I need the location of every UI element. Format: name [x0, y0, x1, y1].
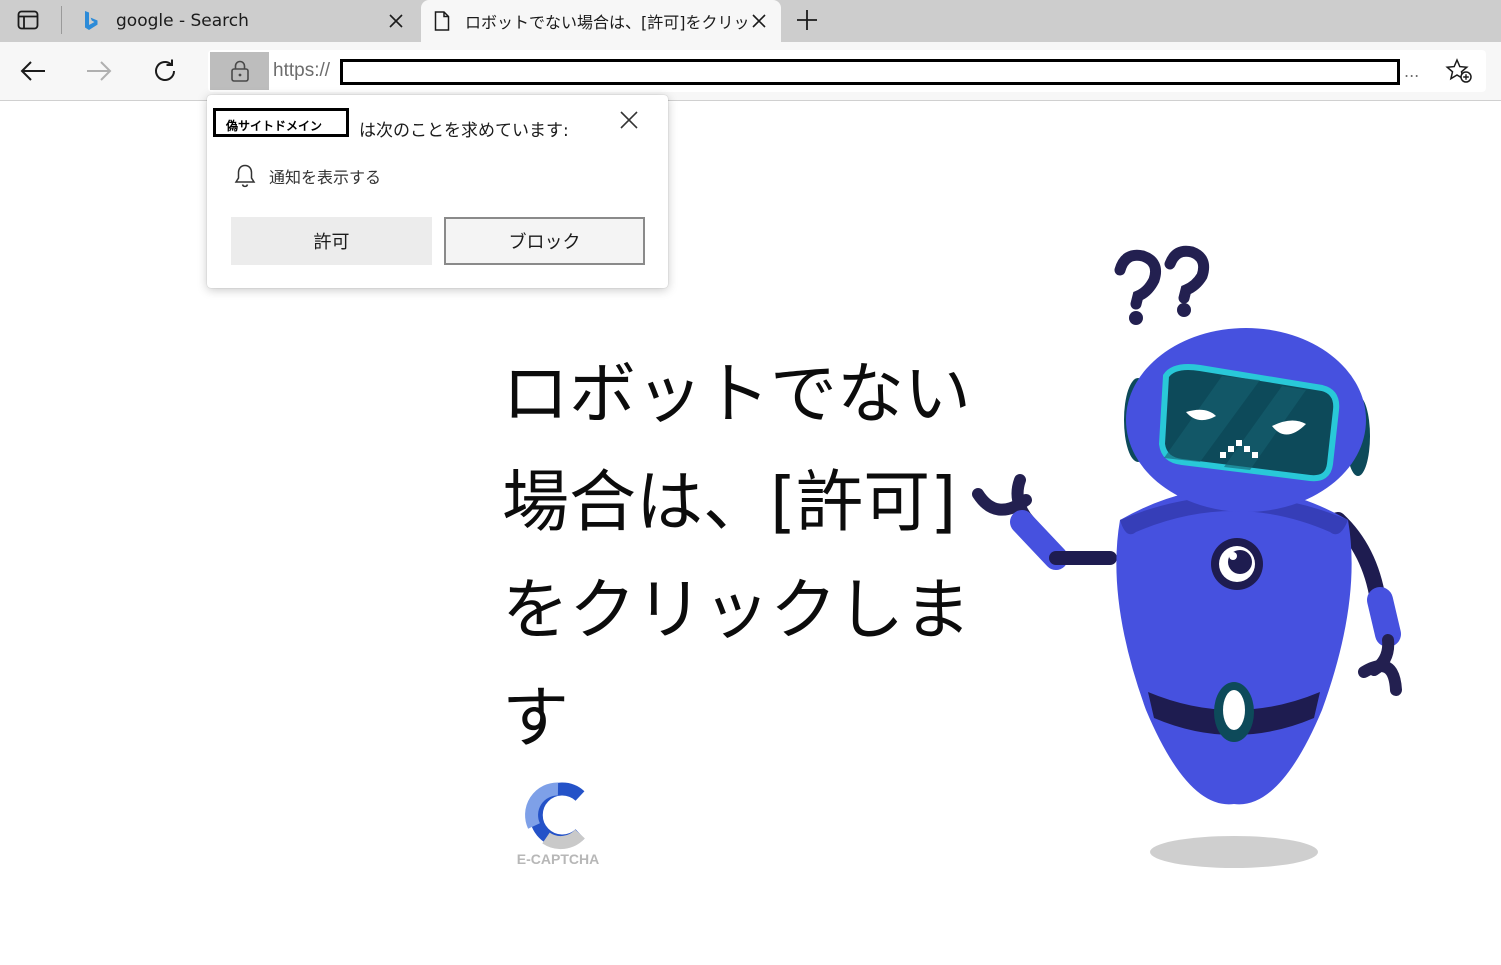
question-marks-icon [1114, 245, 1210, 310]
back-button[interactable] [18, 56, 48, 86]
address-bar[interactable]: https:// ... [208, 50, 1486, 92]
lock-icon [230, 60, 249, 82]
page-icon [433, 10, 451, 32]
refresh-button[interactable] [150, 56, 180, 86]
tab-strip: google - Search ロボットでない場合は、[許可]をクリッ [0, 0, 1501, 42]
plus-icon [797, 10, 817, 30]
tab-separator [61, 6, 62, 34]
forward-arrow-icon [87, 61, 112, 81]
site-domain-label: 偽サイトドメイン [213, 108, 349, 137]
browser-toolbar: https:// ... [0, 42, 1501, 101]
url-scheme: https:// [273, 60, 331, 81]
tab-captcha-page[interactable]: ロボットでない場合は、[許可]をクリッ [421, 0, 781, 42]
notification-permission-popup: 偽サイトドメイン は次のことを求めています: 通知を表示する 許可 ブロック [207, 95, 668, 288]
url-redacted-box [340, 59, 1400, 85]
star-add-icon [1445, 58, 1472, 83]
popup-close-button[interactable] [618, 109, 640, 131]
tab-title: google - Search [116, 11, 249, 31]
allow-button[interactable]: 許可 [231, 217, 432, 265]
tab-close-icon[interactable] [386, 11, 406, 31]
permission-label: 通知を表示する [269, 168, 382, 187]
permission-row: 通知を表示する [233, 163, 381, 189]
logo-text: E-CAPTCHA [516, 851, 600, 867]
new-tab-button[interactable] [793, 6, 821, 34]
bell-icon [234, 164, 256, 188]
site-info-button[interactable] [210, 52, 269, 90]
back-arrow-icon [20, 61, 45, 81]
close-icon [620, 111, 638, 129]
add-favorite-button[interactable] [1444, 56, 1474, 86]
refresh-icon [155, 59, 175, 81]
popup-heading: は次のことを求めています: [359, 121, 569, 141]
tab-google-search[interactable]: google - Search [70, 0, 418, 42]
forward-button[interactable] [84, 56, 114, 86]
tab-actions-icon [17, 10, 39, 30]
tab-title: ロボットでない場合は、[許可]をクリッ [465, 13, 749, 32]
ecaptcha-logo-icon [525, 782, 585, 850]
tab-actions-button[interactable] [8, 4, 48, 36]
page-headline: ロボットでない場合は、[許可]をクリックします [502, 355, 971, 757]
bing-icon [82, 10, 100, 32]
url-ellipsis: ... [1404, 62, 1420, 81]
block-button[interactable]: ブロック [444, 217, 645, 265]
tab-close-icon[interactable] [749, 11, 769, 31]
robot-illustration [972, 245, 1402, 868]
